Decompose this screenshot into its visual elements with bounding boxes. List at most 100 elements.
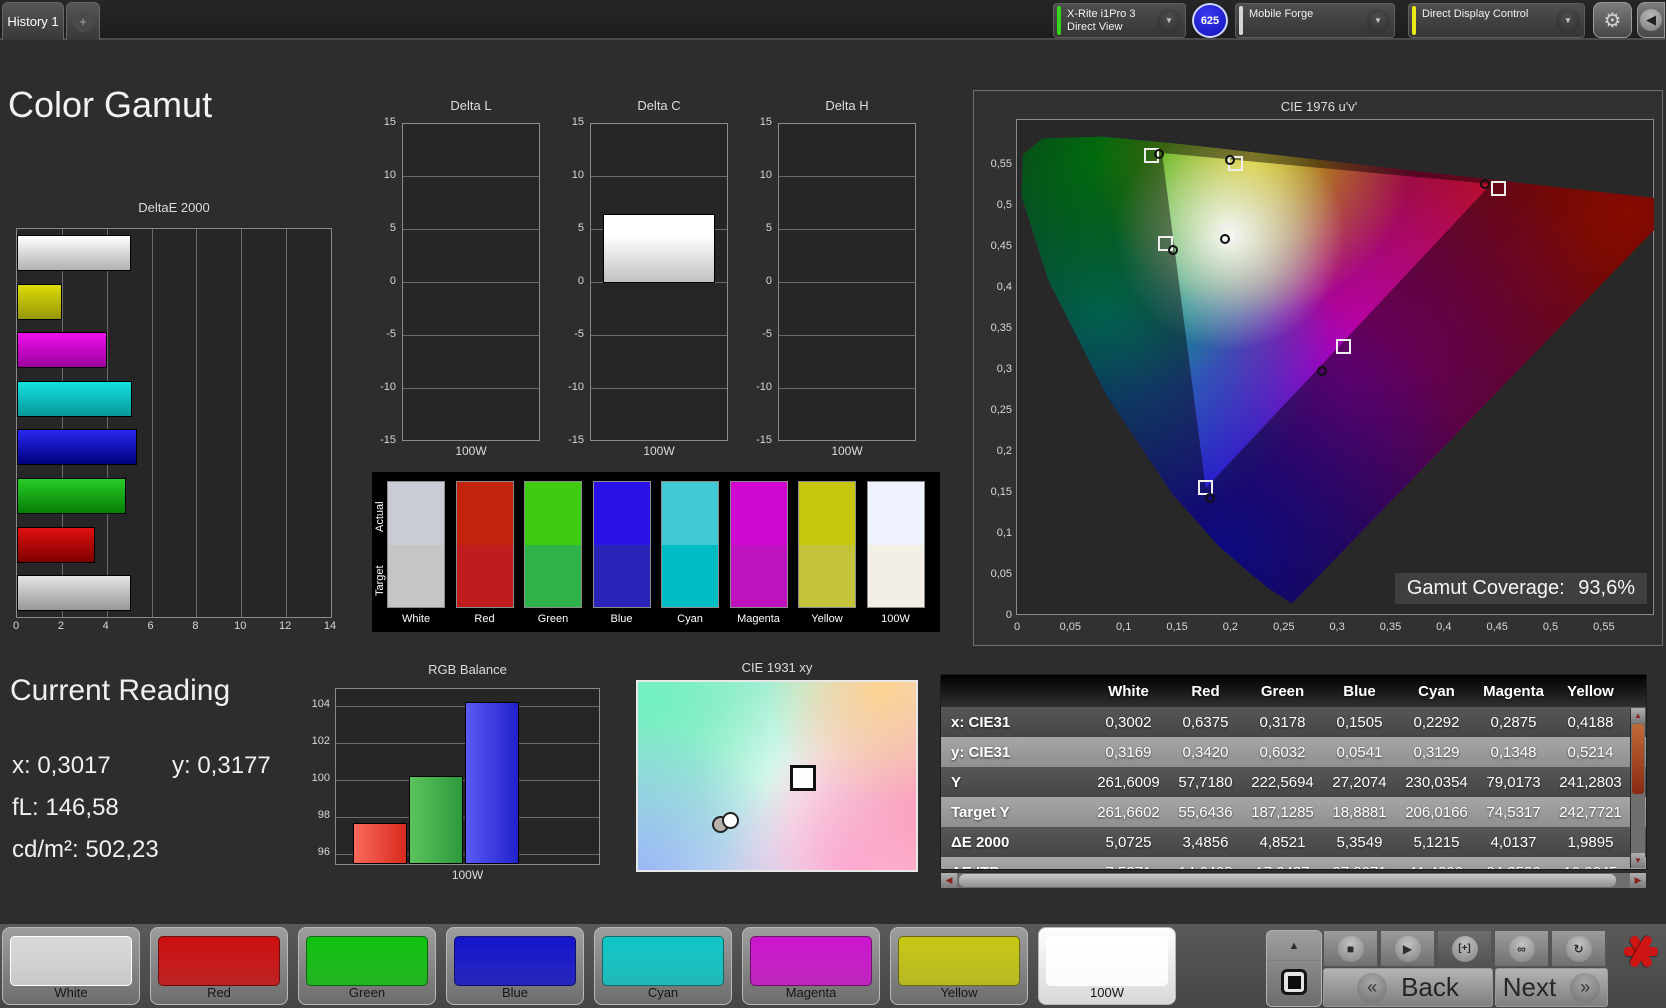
table-row-1[interactable]: x: CIE31 0,3002 0,6375 0,3178 0,1505 0,2292 0,… xyxy=(941,707,1646,737)
pattern-button-label: Red xyxy=(207,985,231,1000)
plus-icon: + xyxy=(73,11,93,32)
frame-button[interactable]: [+] xyxy=(1437,930,1492,967)
new-tab-button[interactable]: + xyxy=(66,2,100,40)
pattern-button-yellow[interactable]: Yellow xyxy=(890,927,1028,1005)
pattern-button-100w[interactable]: 100W xyxy=(1038,927,1176,1005)
gamut-coverage: Gamut Coverage: 93,6% xyxy=(1394,573,1647,604)
pattern-button-label: Blue xyxy=(501,985,529,1000)
display-control-dropdown[interactable]: Direct Display Control ▼ xyxy=(1408,3,1585,38)
reading-fl: fL: 146,58 xyxy=(12,794,119,821)
deltae2000-title: DeltaE 2000 xyxy=(138,200,210,215)
back-button[interactable]: « Back xyxy=(1323,968,1493,1007)
y-tick-label: 98 xyxy=(317,809,330,821)
next-button[interactable]: Next » xyxy=(1495,968,1608,1007)
scroll-up-button[interactable]: ▲ xyxy=(1631,708,1645,723)
y-tick-label: -15 xyxy=(568,434,584,446)
gridline xyxy=(403,176,539,177)
actual-label: Actual xyxy=(374,501,386,533)
display-control-name: Direct Display Control xyxy=(1422,8,1529,20)
meter-badge-value: 625 xyxy=(1200,14,1220,27)
table-row-6[interactable]: ΔE ITP7,537114,642817,243727,807111,4290… xyxy=(941,857,1646,869)
deltae-bar-cyan xyxy=(17,380,132,417)
y-tick-label: 0 xyxy=(1005,609,1012,621)
refresh-button[interactable]: ↻ xyxy=(1551,930,1606,967)
scroll-left-button[interactable]: ◀ xyxy=(941,873,957,888)
top-bar: History 1 + X-Rite i1Pro 3 Direct View ▼ … xyxy=(0,0,1666,40)
gridline xyxy=(403,282,539,283)
pattern-button-red[interactable]: Red xyxy=(150,927,288,1005)
x-tick-label: 0,35 xyxy=(1379,621,1402,633)
measurement-table: White Red Green Blue Cyan Magenta Yellow x: CI… xyxy=(940,674,1647,870)
y-tick-label: 100 xyxy=(311,772,330,784)
measured-marker-red xyxy=(1479,179,1490,189)
table-horizontal-scrollbar[interactable]: ◀ ▶ xyxy=(940,872,1647,889)
y-tick-label: 15 xyxy=(571,116,584,128)
settings-button[interactable]: ⚙ xyxy=(1593,2,1632,38)
display-control-accent xyxy=(1412,6,1416,35)
delta_h-title: Delta H xyxy=(825,98,869,113)
table-row-3[interactable]: Y 261,6009 57,7180 222,5694 27,2074 230,0354 7… xyxy=(941,767,1646,797)
pattern-button-magenta[interactable]: Magenta xyxy=(742,927,880,1005)
deltae-bar-magenta xyxy=(17,332,107,369)
measured-marker-white xyxy=(1220,234,1231,245)
app-window: History 1 + X-Rite i1Pro 3 Direct View ▼ … xyxy=(0,0,1666,1008)
gridline xyxy=(779,282,915,283)
x-tick-label: 0,25 xyxy=(1273,621,1295,633)
pattern-button-blue[interactable]: Blue xyxy=(446,927,584,1005)
swatch-magenta xyxy=(729,481,788,608)
swatch-cyan xyxy=(661,481,719,608)
meter-mode: Direct View xyxy=(1067,20,1123,33)
meter-dropdown[interactable]: X-Rite i1Pro 3 Direct View ▼ xyxy=(1053,3,1186,38)
pattern-button-white[interactable]: White xyxy=(2,927,140,1005)
y-tick-label: 0,55 xyxy=(990,158,1012,170)
swatch-blue xyxy=(592,481,651,608)
scroll-down-button[interactable]: ▼ xyxy=(1631,853,1645,868)
back-label: Back xyxy=(1401,972,1459,1002)
source-dropdown[interactable]: Mobile Forge ▼ xyxy=(1235,3,1395,38)
meter-badge[interactable]: 625 xyxy=(1192,3,1228,38)
gridline xyxy=(403,229,539,230)
table-row-2[interactable]: y: CIE31 0,3169 0,3420 0,6032 0,0541 0,3129 0,… xyxy=(941,737,1646,767)
scroll-right-button[interactable]: ▶ xyxy=(1630,873,1646,888)
y-tick-label: 5 xyxy=(389,222,396,234)
arrow-up-icon: ▲ xyxy=(1288,939,1300,952)
target-marker-red xyxy=(1491,180,1507,196)
delta_l-chart xyxy=(402,123,540,441)
swatch-yellow xyxy=(798,481,856,608)
y-tick-label: 0,2 xyxy=(996,445,1012,457)
alert-asterisk-icon[interactable] xyxy=(1620,930,1662,972)
gamut-coverage-label: Gamut Coverage: xyxy=(1406,577,1565,599)
pattern-window-button[interactable] xyxy=(1281,969,1307,995)
loop-button[interactable]: ∞ xyxy=(1494,930,1549,967)
collapse-panel-button[interactable]: ◀ xyxy=(1637,2,1665,38)
swatch-white xyxy=(387,481,445,608)
delta_c-title: Delta C xyxy=(637,98,681,113)
pattern-button-label: Magenta xyxy=(785,985,837,1000)
table-row-4[interactable]: Target Y 261,6602 55,6436 187,1285 18,8881 20… xyxy=(941,797,1646,827)
horizontal-scroll-thumb[interactable] xyxy=(959,874,1616,887)
cie1976-panel: CIE 1976 u'v' Gamut Coverage: 93,6% 0,55… xyxy=(973,90,1663,646)
source-accent xyxy=(1239,6,1243,35)
gridline xyxy=(779,335,915,336)
pattern-swatch xyxy=(10,936,132,986)
measured-marker-green xyxy=(1154,148,1165,159)
pattern-button-green[interactable]: Green xyxy=(298,927,436,1005)
stop-button[interactable]: ■ xyxy=(1323,930,1378,967)
table-vertical-scrollbar[interactable]: ▲ ▼ xyxy=(1630,708,1645,868)
deltae-bar-white xyxy=(17,235,131,271)
measured-marker-magenta xyxy=(1316,365,1327,376)
y-tick-label: -15 xyxy=(380,434,396,446)
measured-marker-blue xyxy=(1204,492,1215,503)
pattern-swatch xyxy=(1046,936,1168,986)
pattern-button-cyan[interactable]: Cyan xyxy=(594,927,732,1005)
vertical-scroll-thumb[interactable] xyxy=(1632,724,1644,794)
frame-icon: [+] xyxy=(1451,935,1478,962)
swatch-target xyxy=(730,544,787,607)
pattern-up-button[interactable]: ▲ xyxy=(1267,931,1321,961)
tab-label: History 1 xyxy=(7,14,59,29)
table-row-5[interactable]: ΔE 2000 5,0725 3,4856 4,8521 5,3549 5,1215 4,0… xyxy=(941,827,1646,857)
page-title: Color Gamut xyxy=(8,84,213,125)
tab-history-1[interactable]: History 1 xyxy=(2,2,64,40)
play-button[interactable]: ▶ xyxy=(1380,930,1435,967)
gridline xyxy=(241,229,243,617)
